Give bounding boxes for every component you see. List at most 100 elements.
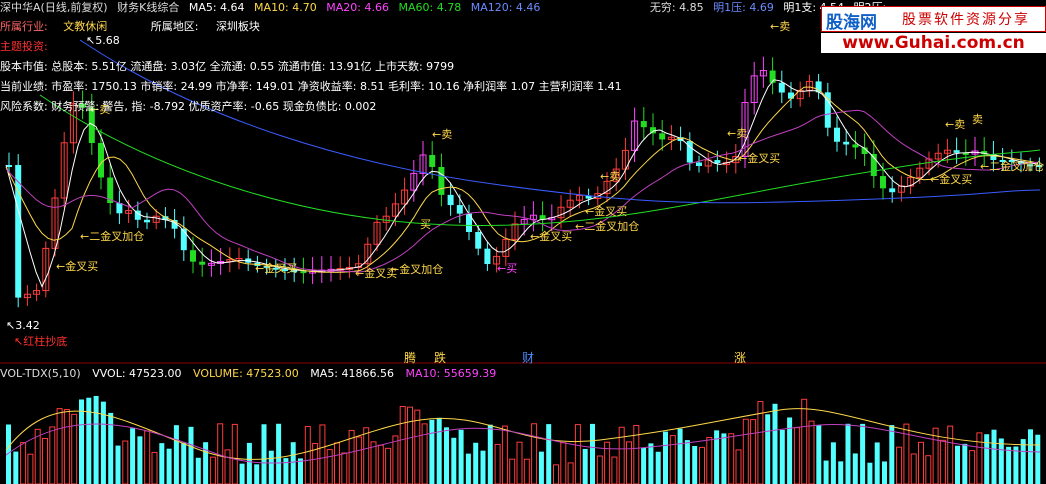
volume-bar <box>86 397 92 484</box>
volume-bar <box>742 418 749 484</box>
volume-bar <box>451 437 457 484</box>
volume-bar <box>254 464 260 484</box>
site-url[interactable]: www.Guhai.com.cn <box>821 33 1046 53</box>
volume-bar <box>93 395 99 484</box>
volume-bar <box>531 423 538 484</box>
volume-bar <box>677 428 683 484</box>
signal-label: ←金叉买 <box>56 259 98 273</box>
volume-bar <box>487 424 493 484</box>
volume-bar <box>480 450 486 484</box>
volume-bar <box>407 406 413 484</box>
vol-ma10-value: MA10: 55659.39 <box>405 367 497 380</box>
volume-bar <box>641 447 647 484</box>
volume-bar <box>494 443 501 484</box>
volume-bar <box>363 427 370 484</box>
volume-bar <box>334 442 340 484</box>
volume-bars-layer <box>6 395 1041 484</box>
volume-bar <box>655 451 661 484</box>
volume-bar <box>319 424 326 484</box>
indicator-name[interactable]: 财务K线综合 <box>117 1 179 14</box>
volume-bar <box>326 449 333 484</box>
volume-bar <box>976 432 983 484</box>
volume-bar <box>181 442 187 484</box>
volume-bar <box>1028 429 1033 484</box>
region-label: 所属地区: <box>150 20 199 33</box>
volume-bar <box>947 425 954 484</box>
volume-bar <box>808 420 815 484</box>
industry-row: 所属行业: 文教休闲 所属地区: 深圳板块 <box>0 19 260 35</box>
volume-bar <box>429 419 435 484</box>
volume-bar <box>560 442 567 484</box>
volume-bar <box>984 434 990 484</box>
chart-header: 深中华A(日线,前复权) 财务K线综合 MA5: 4.64 MA10: 4.70… <box>0 0 886 16</box>
signal-label: ←卖 <box>770 20 790 33</box>
volume-bar <box>772 403 778 484</box>
signal-label: 卖 <box>972 113 983 126</box>
volume-bar <box>765 414 771 484</box>
volume-bar <box>209 456 216 484</box>
volume-bar <box>151 451 158 484</box>
candle-body <box>429 155 436 167</box>
volume-bar <box>910 453 917 484</box>
volume-bar <box>596 455 603 484</box>
volume-bar <box>108 412 114 484</box>
vol-title[interactable]: VOL-TDX(5,10) <box>0 367 81 380</box>
ma60-value: MA60: 4.78 <box>398 1 462 14</box>
candle-body <box>852 144 859 148</box>
ma-lines-layer <box>5 39 1041 288</box>
logo-brand: 股海网 <box>826 13 877 33</box>
volume-bar <box>458 429 464 484</box>
volume-bar <box>611 456 618 484</box>
volume-bar <box>1013 446 1019 484</box>
volume-bar <box>421 423 428 484</box>
volume-bar <box>939 439 946 484</box>
candle-body <box>788 92 794 99</box>
vvol-value: VVOL: 47523.00 <box>92 367 182 380</box>
volume-bar <box>298 458 303 484</box>
volume-bar <box>122 440 129 484</box>
candle-body <box>456 205 463 214</box>
volume-bar <box>392 435 399 484</box>
candle-body <box>834 127 840 142</box>
volume-bar <box>582 448 588 484</box>
candle-body <box>659 133 666 140</box>
volume-bar <box>516 441 523 484</box>
signal-label: ←金叉加仓 <box>390 262 443 276</box>
volume-bar <box>955 445 960 484</box>
volume-bar <box>166 448 172 484</box>
candle-body <box>116 203 123 214</box>
volume-bar <box>721 433 727 484</box>
risk-row: 风险系数: 财务预警: 警告, 指: -8.792 优质资产率: -0.65 现… <box>0 100 377 113</box>
signal-label: ←金叉买 <box>930 172 972 186</box>
volume-bar <box>903 423 910 484</box>
industry-value: 文教休闲 <box>63 20 108 33</box>
volume-bar <box>224 449 231 484</box>
volume-bar <box>538 451 544 484</box>
volume-bar <box>867 462 873 484</box>
volume-bar <box>473 442 479 484</box>
volume-bar <box>20 442 27 484</box>
volume-bar <box>42 437 48 484</box>
volume-bar <box>699 446 705 484</box>
volume-bar <box>444 427 449 484</box>
volume-bar <box>49 426 56 484</box>
signal-label: ←卖 <box>600 170 620 183</box>
volume-bar <box>918 441 924 484</box>
candle-body <box>438 166 445 195</box>
volume-bar <box>63 409 70 484</box>
industry-label: 所属行业: <box>0 20 48 33</box>
signal-label: ←金叉买 <box>530 229 572 243</box>
ming1-pressure: 明1压: 4.69 <box>713 1 774 14</box>
signal-label: ←卖 <box>945 118 965 131</box>
volume-bar <box>195 457 201 484</box>
volume-bar <box>590 423 595 484</box>
stock-title[interactable]: 深中华A(日线,前复权) <box>0 1 108 14</box>
volume-bar <box>925 455 932 484</box>
ma20-value: MA20: 4.66 <box>326 1 389 14</box>
volume-bar <box>239 463 245 484</box>
volume-bar <box>852 453 858 484</box>
volume-bar <box>1035 434 1041 484</box>
signal-label: ←卖 <box>432 128 452 141</box>
low-price-label: ↖3.42 <box>6 319 40 332</box>
site-logo[interactable]: 股海网 股票软件资源分享 <box>821 6 1046 33</box>
